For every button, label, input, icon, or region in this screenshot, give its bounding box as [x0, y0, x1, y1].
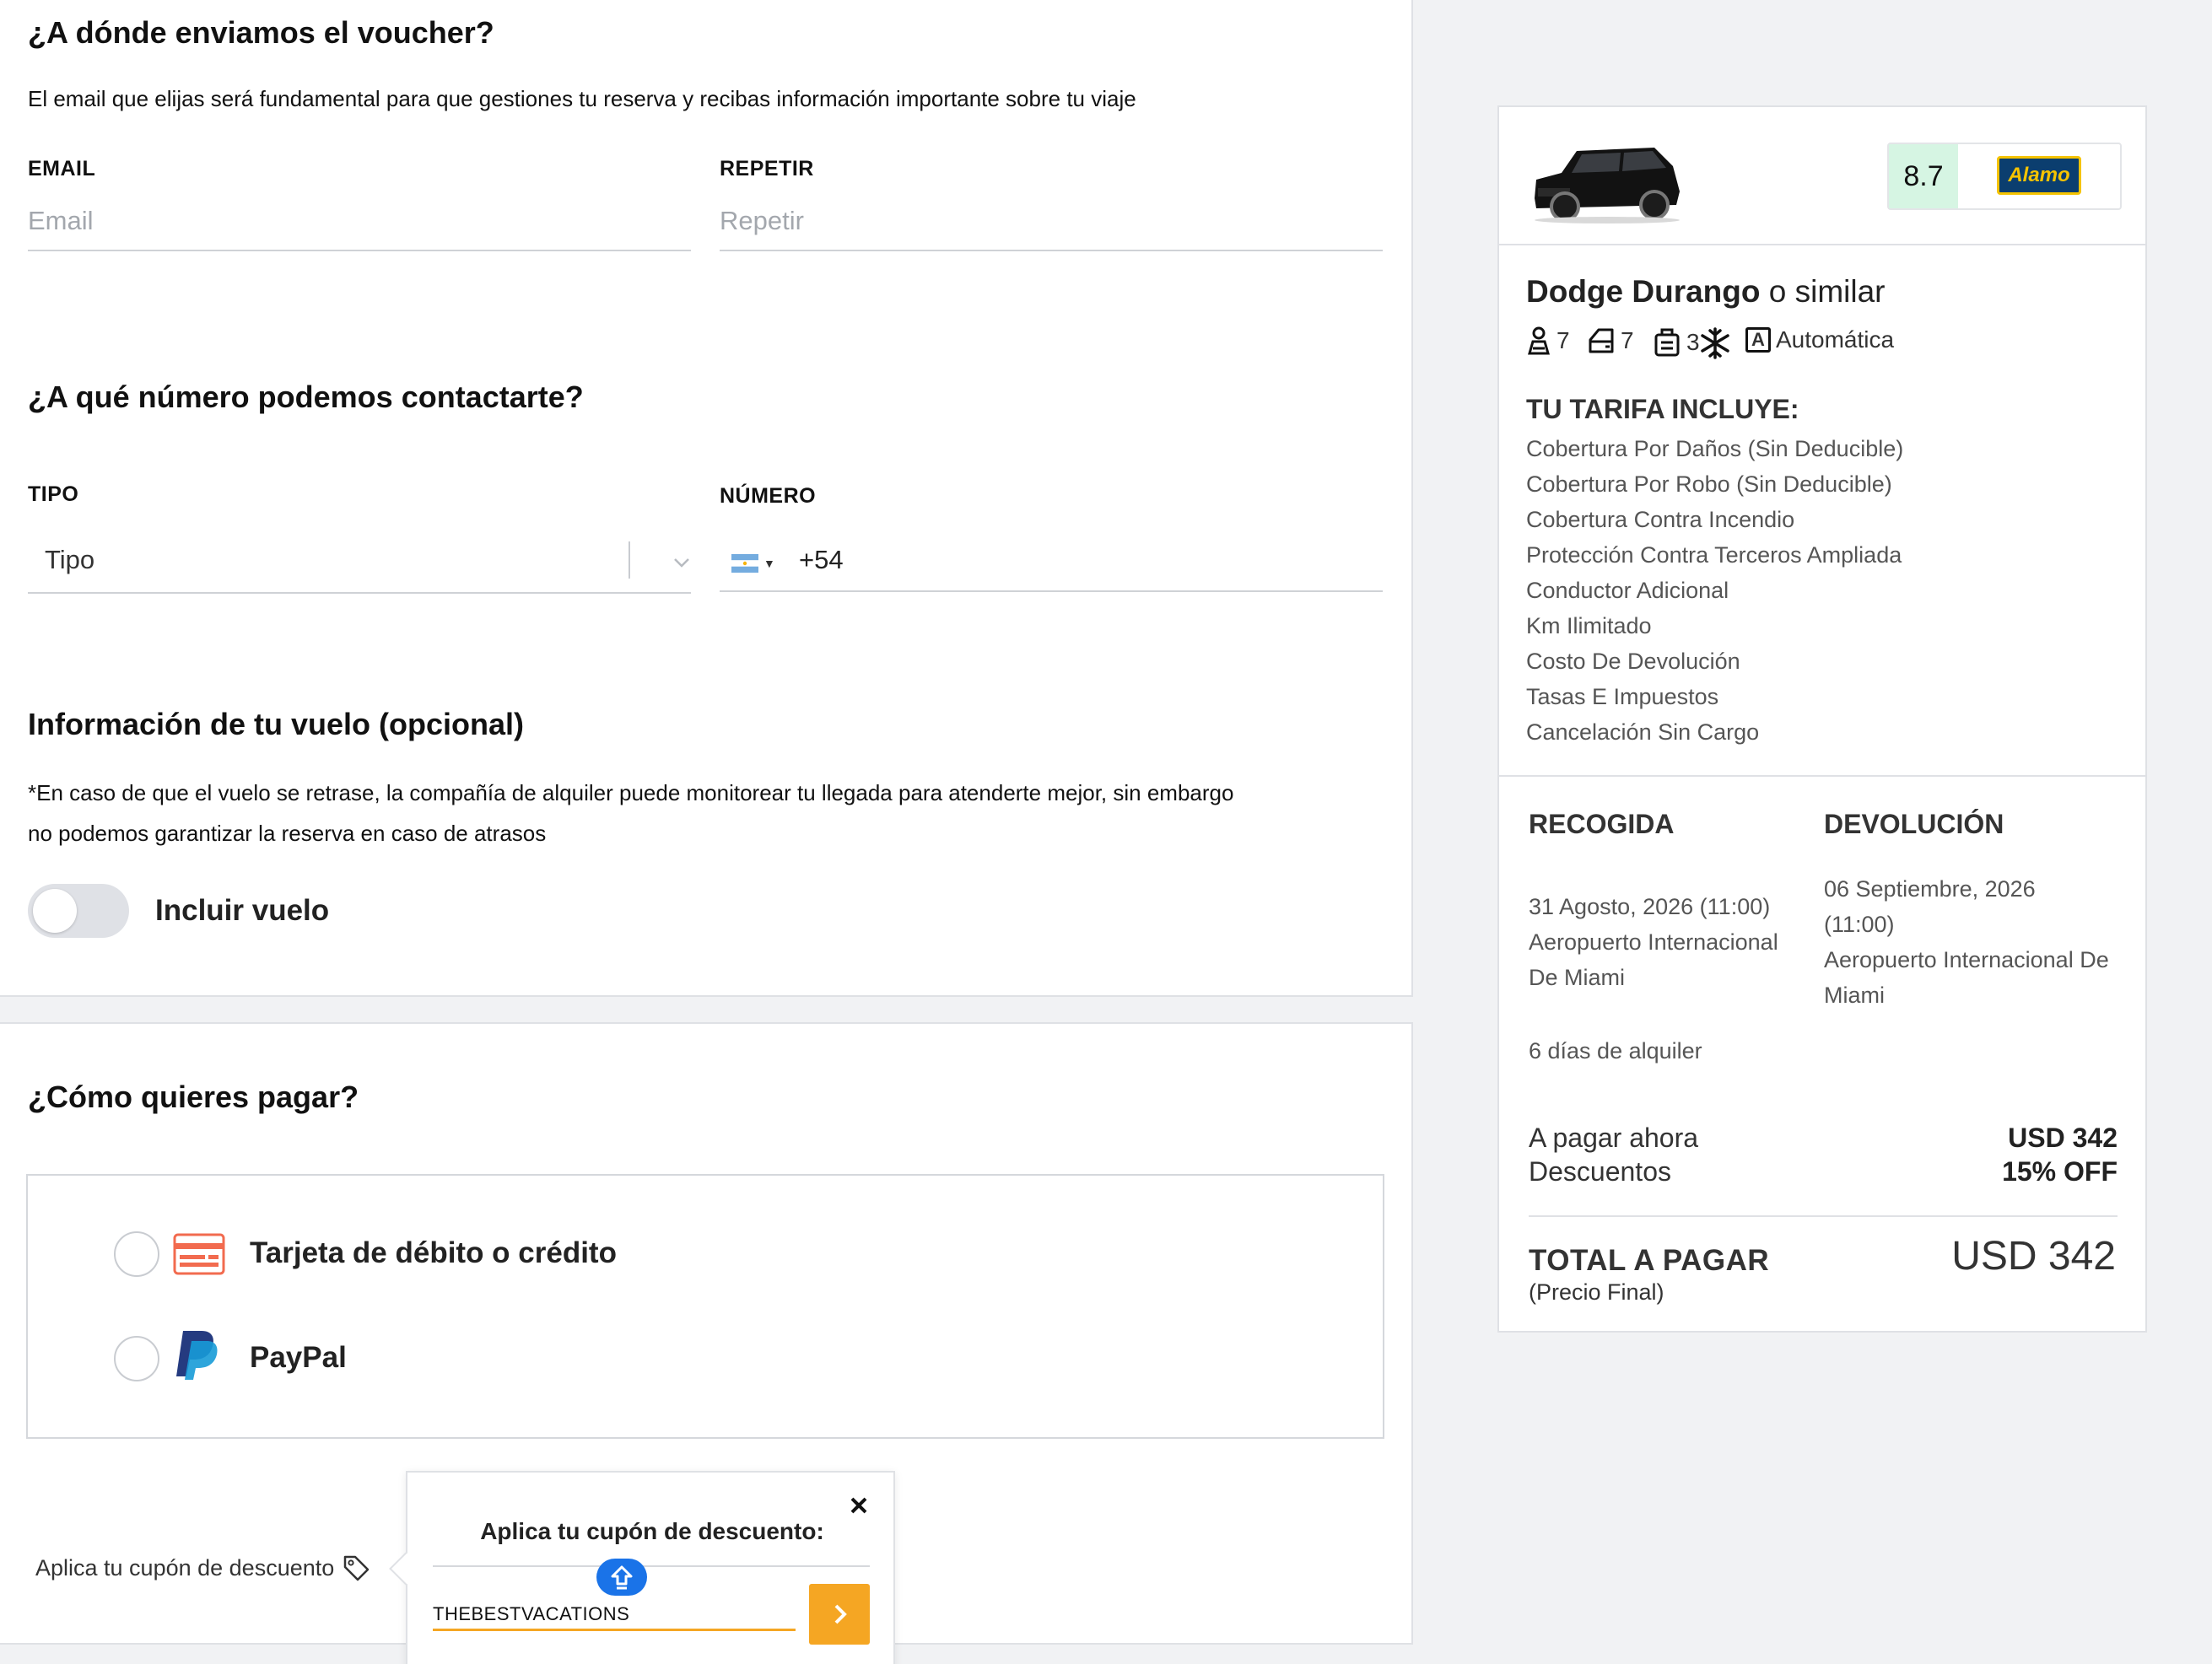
apply-coupon-button[interactable]	[809, 1584, 870, 1645]
chevron-right-icon	[834, 1604, 847, 1624]
includes-item: Cobertura Por Robo (Sin Deducible)	[1526, 471, 1892, 497]
phone-type-value: Tipo	[45, 545, 95, 574]
transmission-spec: A Automática	[1745, 326, 1894, 353]
booking-summary: 8.7 Alamo Dodge Durango o similar 7 7 3 …	[1497, 105, 2147, 1333]
total-divider	[1529, 1215, 2118, 1217]
bags-spec: 3	[1653, 326, 1700, 358]
paypal-label[interactable]: PayPal	[250, 1341, 347, 1375]
car-similar: o similar	[1760, 274, 1886, 309]
car-image	[1535, 148, 1680, 223]
paypal-radio[interactable]	[114, 1336, 159, 1381]
doors-spec: 7	[1587, 326, 1634, 355]
argentina-flag-icon[interactable]	[731, 554, 758, 573]
phone-number-field[interactable]: ▼ +54	[720, 533, 1383, 592]
email-label: EMAIL	[28, 157, 96, 180]
select-separator	[629, 541, 630, 579]
card-payment-label[interactable]: Tarjeta de débito o crédito	[250, 1236, 617, 1270]
rating-vendor-box: 8.7 Alamo	[1887, 143, 2122, 210]
pickup-info: 31 Agosto, 2026 (11:00) Aeropuerto Inter…	[1529, 889, 1799, 995]
repeat-email-input[interactable]	[720, 192, 1383, 251]
tag-icon[interactable]	[342, 1554, 370, 1582]
paypal-icon	[176, 1331, 218, 1380]
country-caret-icon[interactable]: ▼	[763, 557, 775, 570]
ac-spec	[1698, 326, 1732, 360]
car-details: Dodge Durango o similar 7 7 3 A Automáti…	[1499, 245, 2145, 777]
pickup-place: Aeropuerto Internacional De Miami	[1529, 929, 1778, 990]
transmission-label: Automática	[1776, 326, 1895, 353]
pay-now-value: USD 342	[2008, 1123, 2118, 1153]
includes-item: Km Ilimitado	[1526, 613, 1652, 638]
contact-section: ¿A qué número podemos contactarte? TIPO …	[0, 322, 1413, 651]
popover-divider	[433, 1565, 870, 1567]
includes-item: Cobertura Por Daños (Sin Deducible)	[1526, 436, 1904, 461]
chevron-down-icon	[674, 558, 689, 568]
discount-value: 15% OFF	[2002, 1156, 2118, 1187]
doors-count: 7	[1621, 327, 1634, 353]
includes-item: Protección Contra Terceros Ampliada	[1526, 542, 1902, 568]
coupon-link[interactable]: Aplica tu cupón de descuento	[35, 1555, 334, 1581]
vendor-logo: Alamo	[1997, 156, 2081, 195]
payment-options: Tarjeta de débito o crédito PayPal	[26, 1174, 1384, 1439]
total-subtitle: (Precio Final)	[1529, 1279, 1664, 1305]
toggle-knob	[33, 889, 77, 933]
include-flight-toggle[interactable]	[28, 884, 129, 938]
summary-header: 8.7 Alamo	[1499, 107, 2145, 245]
voucher-section: ¿A dónde enviamos el voucher? El email q…	[0, 0, 1413, 324]
luggage-icon	[1654, 328, 1680, 357]
phone-type-select[interactable]: Tipo	[28, 533, 691, 594]
close-icon[interactable]	[846, 1493, 871, 1518]
phone-prefix[interactable]: +54	[799, 545, 844, 575]
return-date: 06 Septiembre, 2026 (11:00)	[1824, 876, 2036, 937]
coupon-popover: Aplica tu cupón de descuento:	[389, 1471, 895, 1664]
flight-section: Información de tu vuelo (opcional) *En c…	[0, 649, 1413, 997]
passenger-icon	[1528, 326, 1550, 355]
credit-card-icon	[173, 1233, 225, 1275]
car-model: Dodge Durango	[1526, 274, 1761, 309]
checkout-form: ¿A dónde enviamos el voucher? El email q…	[0, 0, 1413, 1664]
coupon-popover-title: Aplica tu cupón de descuento:	[480, 1518, 824, 1544]
coupon-code-input[interactable]	[433, 1589, 796, 1631]
discount-label: Descuentos	[1529, 1156, 1671, 1187]
voucher-description: El email que elijas será fundamental par…	[28, 86, 1136, 111]
return-place: Aeropuerto Internacional De Miami	[1824, 947, 2109, 1008]
number-label: NÚMERO	[720, 484, 817, 508]
card-payment-radio[interactable]	[114, 1231, 159, 1277]
type-label: TIPO	[28, 482, 79, 506]
total-label: TOTAL A PAGAR	[1529, 1244, 1770, 1277]
pay-now-label: A pagar ahora	[1529, 1123, 1699, 1153]
return-info: 06 Septiembre, 2026 (11:00) Aeropuerto I…	[1824, 871, 2111, 1013]
transmission-badge-icon: A	[1745, 327, 1771, 353]
voucher-title: ¿A dónde enviamos el voucher?	[28, 15, 494, 50]
includes-item: Cobertura Contra Incendio	[1526, 507, 1795, 532]
contact-title: ¿A qué número podemos contactarte?	[28, 380, 584, 414]
return-title: DEVOLUCIÓN	[1824, 809, 2004, 839]
includes-title: TU TARIFA INCLUYE:	[1526, 394, 1799, 424]
email-input[interactable]	[28, 192, 691, 251]
repeat-email-label: REPETIR	[720, 157, 814, 180]
includes-item: Tasas E Impuestos	[1526, 684, 1719, 709]
includes-list: Cobertura Por Daños (Sin Deducible) Cobe…	[1526, 431, 1903, 750]
total-value: USD 342	[1951, 1234, 2116, 1279]
pickup-date: 31 Agosto, 2026 (11:00)	[1529, 894, 1771, 919]
flight-note-line1: *En caso de que el vuelo se retrase, la …	[28, 780, 1234, 805]
includes-item: Conductor Adicional	[1526, 578, 1729, 603]
pickup-title: RECOGIDA	[1529, 809, 1675, 839]
passengers-count: 7	[1556, 327, 1570, 353]
includes-item: Cancelación Sin Cargo	[1526, 719, 1760, 745]
rental-days: 6 días de alquiler	[1529, 1038, 1702, 1064]
snowflake-icon	[1701, 327, 1729, 359]
includes-item: Costo De Devolución	[1526, 649, 1740, 674]
car-name: Dodge Durango o similar	[1526, 274, 1886, 310]
door-icon	[1589, 328, 1614, 353]
flight-note-line2: no podemos garantizar la reserva en caso…	[28, 821, 547, 846]
pay-now-row: A pagar ahora USD 342	[1529, 1123, 2118, 1154]
rating-score: 8.7	[1889, 144, 1958, 208]
passengers-spec: 7	[1526, 326, 1570, 355]
flight-title: Información de tu vuelo (opcional)	[28, 707, 525, 741]
include-flight-label: Incluir vuelo	[155, 894, 330, 927]
payment-title: ¿Cómo quieres pagar?	[28, 1080, 359, 1114]
discount-row: Descuentos 15% OFF	[1529, 1156, 2118, 1187]
